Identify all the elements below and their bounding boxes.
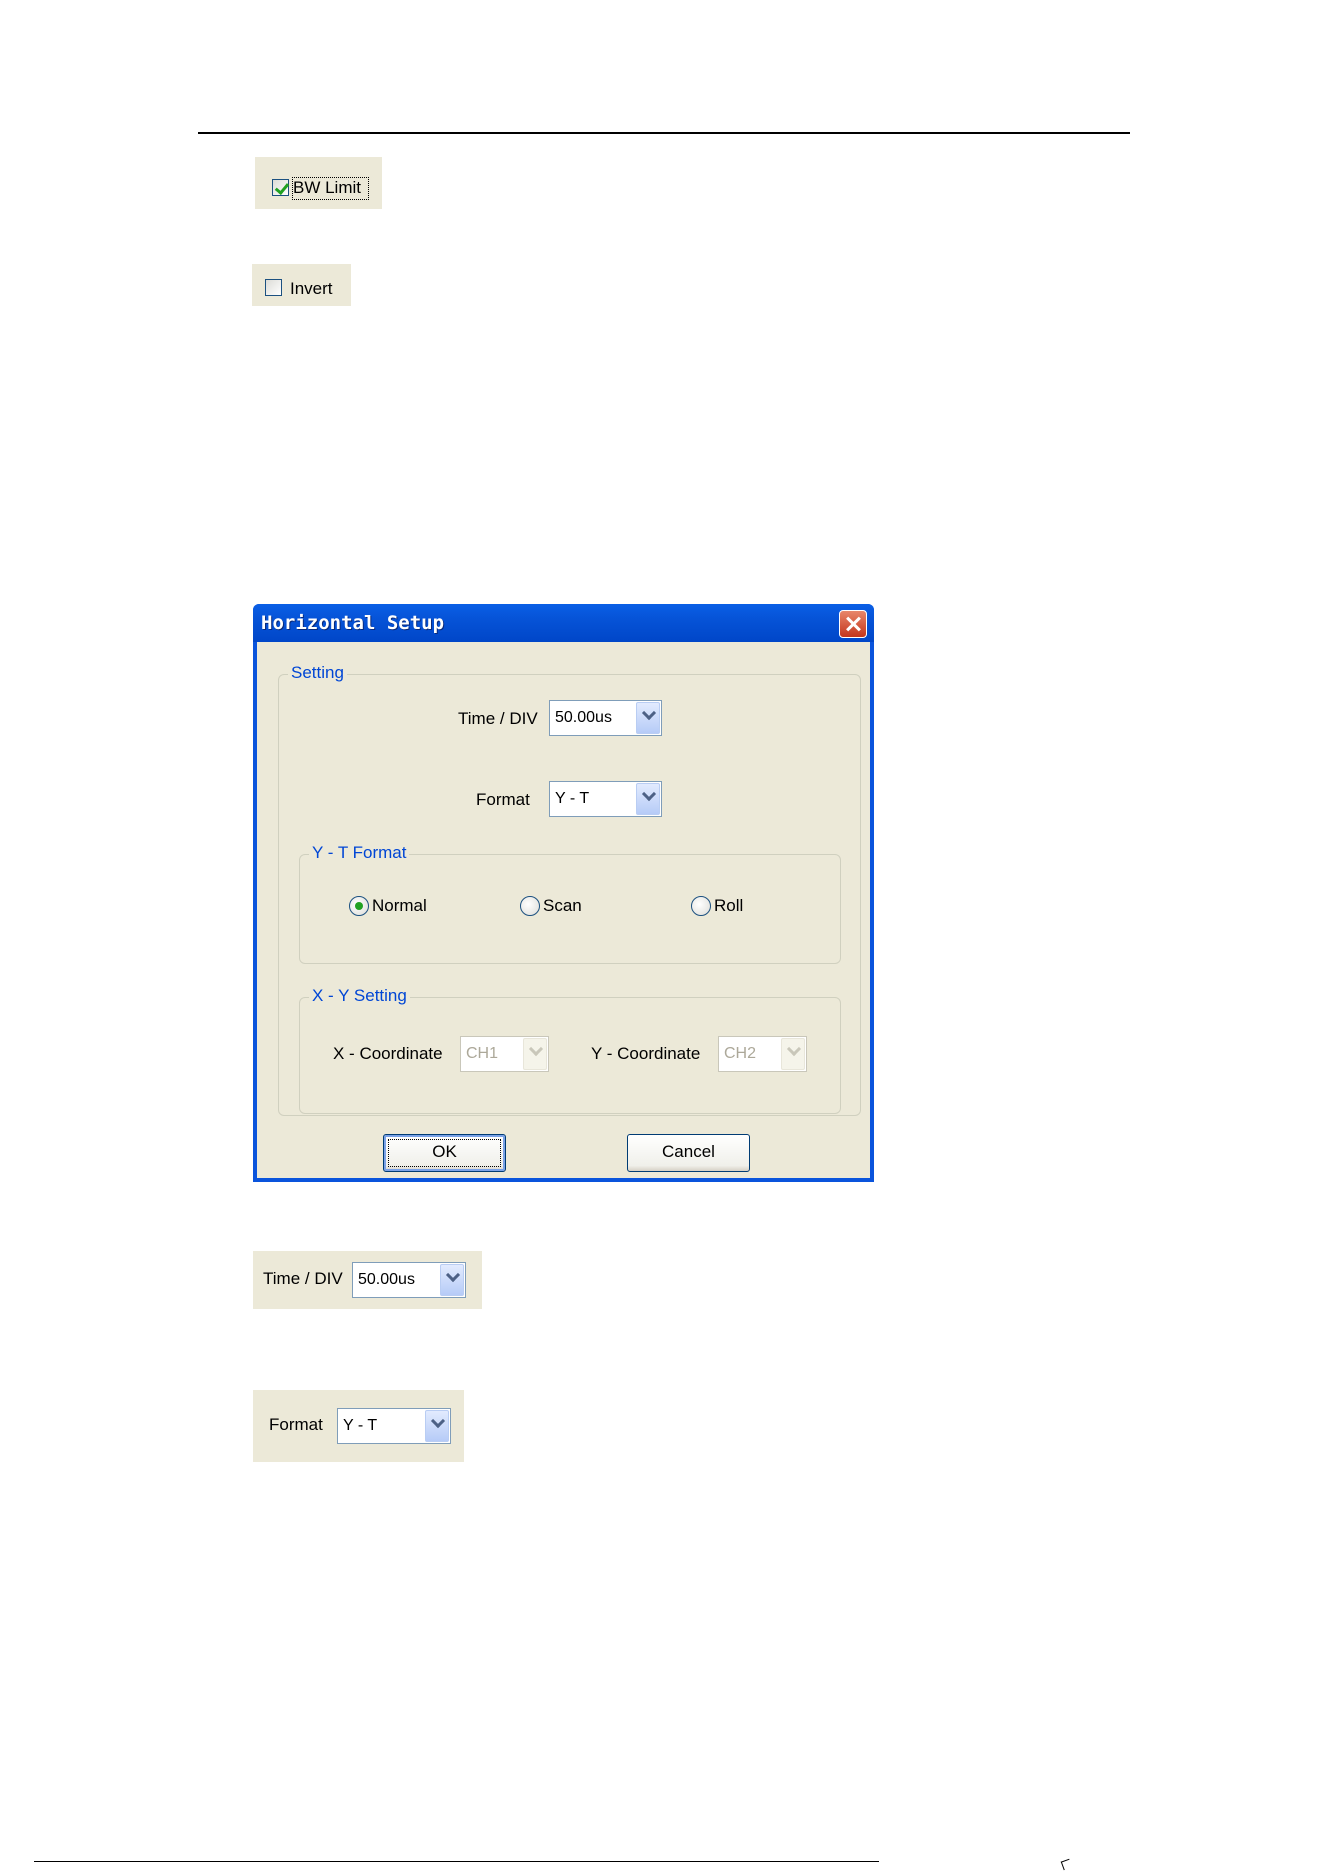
yt-format-group-title: Y - T Format bbox=[309, 843, 410, 863]
invert-label: Invert bbox=[290, 279, 333, 298]
format-value: Y - T bbox=[555, 790, 590, 807]
time-div-select[interactable]: 50.00us bbox=[549, 700, 662, 736]
scan-radio[interactable] bbox=[520, 896, 540, 916]
footer-rule bbox=[34, 1861, 879, 1862]
radio-dot bbox=[355, 902, 363, 910]
horizontal-setup-dialog: Horizontal Setup Setting Time / DIV 50.0… bbox=[253, 604, 874, 1182]
focus-outline bbox=[388, 1139, 501, 1167]
cancel-button-label: Cancel bbox=[662, 1142, 715, 1161]
close-button[interactable] bbox=[839, 610, 867, 638]
time-div-snippet: Time / DIV 50.00us bbox=[253, 1251, 482, 1309]
dialog-client: Setting Time / DIV 50.00us Format Y - T … bbox=[257, 642, 870, 1178]
setting-group-title: Setting bbox=[288, 663, 347, 683]
chevron-down-icon bbox=[528, 1041, 544, 1057]
bw-limit-label: BW Limit bbox=[293, 178, 361, 197]
chevron-down-icon bbox=[445, 1267, 461, 1283]
x-coordinate-select[interactable]: CH1 bbox=[460, 1036, 549, 1072]
x-coordinate-label: X - Coordinate bbox=[333, 1044, 443, 1063]
yt-format-group: Y - T Format Normal Scan Roll bbox=[299, 843, 841, 964]
dialog-title: Horizontal Setup bbox=[261, 612, 445, 634]
ok-button[interactable]: OK bbox=[383, 1134, 506, 1172]
page-corner-mark bbox=[1060, 1858, 1073, 1871]
format-snippet-label: Format bbox=[269, 1415, 323, 1434]
invert-checkbox[interactable] bbox=[265, 279, 282, 296]
checkmark-icon bbox=[274, 179, 290, 196]
bw-limit-snippet: BW Limit bbox=[255, 157, 382, 209]
bw-limit-checkbox[interactable] bbox=[272, 179, 290, 196]
roll-radio[interactable] bbox=[691, 896, 711, 916]
time-div-snippet-select[interactable]: 50.00us bbox=[352, 1262, 466, 1298]
dropdown-button[interactable] bbox=[425, 1410, 449, 1442]
time-div-snippet-label: Time / DIV bbox=[263, 1269, 343, 1288]
dialog-titlebar: Horizontal Setup bbox=[253, 604, 874, 642]
header-rule bbox=[198, 132, 1130, 134]
format-select[interactable]: Y - T bbox=[549, 781, 662, 817]
scan-label: Scan bbox=[543, 896, 582, 915]
y-coordinate-select[interactable]: CH2 bbox=[718, 1036, 807, 1072]
xy-setting-group-title: X - Y Setting bbox=[309, 986, 410, 1006]
normal-label: Normal bbox=[372, 896, 427, 915]
dropdown-button[interactable] bbox=[440, 1264, 464, 1296]
y-coordinate-label: Y - Coordinate bbox=[591, 1044, 701, 1063]
time-div-label: Time / DIV bbox=[458, 709, 538, 728]
format-snippet-select[interactable]: Y - T bbox=[337, 1408, 451, 1444]
format-snippet-value: Y - T bbox=[343, 1417, 378, 1434]
time-div-value: 50.00us bbox=[555, 709, 612, 726]
setting-group: Setting Time / DIV 50.00us Format Y - T … bbox=[278, 663, 861, 1116]
invert-snippet: Invert bbox=[252, 264, 351, 306]
chevron-down-icon bbox=[430, 1413, 446, 1429]
chevron-down-icon bbox=[786, 1041, 802, 1057]
dropdown-button[interactable] bbox=[636, 783, 660, 815]
cancel-button[interactable]: Cancel bbox=[627, 1134, 750, 1172]
format-snippet: Format Y - T bbox=[253, 1390, 464, 1462]
format-label: Format bbox=[476, 790, 530, 809]
xy-setting-group: X - Y Setting X - Coordinate CH1 Y - Coo… bbox=[299, 986, 841, 1114]
chevron-down-icon bbox=[641, 705, 657, 721]
x-coordinate-value: CH1 bbox=[466, 1045, 499, 1062]
y-coordinate-value: CH2 bbox=[724, 1045, 757, 1062]
dropdown-button[interactable] bbox=[781, 1038, 805, 1070]
roll-label: Roll bbox=[714, 896, 744, 915]
chevron-down-icon bbox=[641, 786, 657, 802]
dropdown-button[interactable] bbox=[523, 1038, 547, 1070]
time-div-snippet-value: 50.00us bbox=[358, 1271, 415, 1288]
normal-radio[interactable] bbox=[349, 896, 369, 916]
dropdown-button[interactable] bbox=[636, 702, 660, 734]
